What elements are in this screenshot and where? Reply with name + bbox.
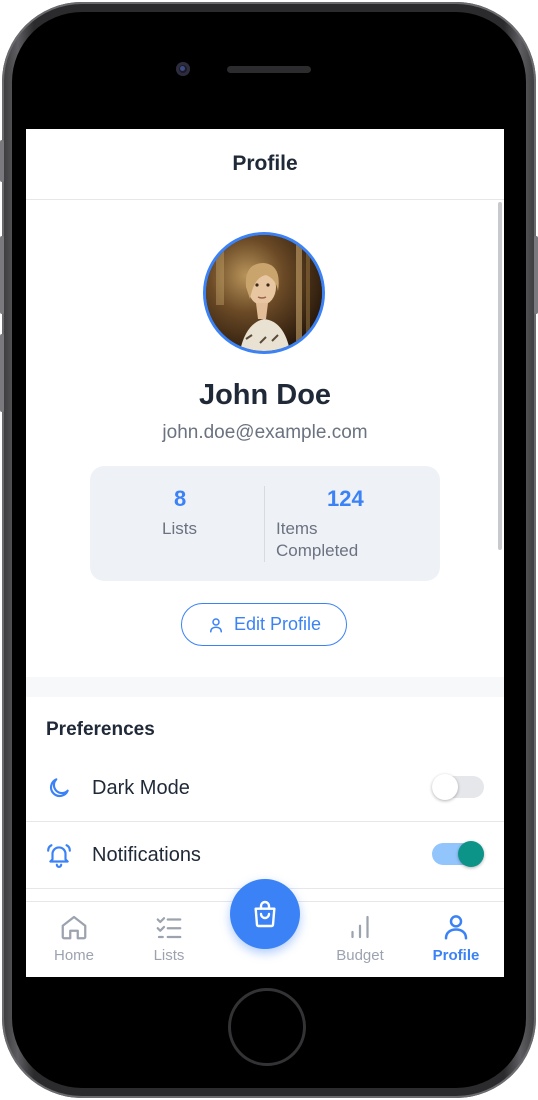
edit-profile-button[interactable]: Edit Profile	[181, 603, 347, 646]
stats-card: 8 Lists 124 Items Completed	[90, 466, 440, 581]
home-button[interactable]	[228, 988, 306, 1066]
shopping-fab-button[interactable]	[230, 879, 300, 949]
nav-item-budget[interactable]: Budget	[320, 902, 400, 977]
power-button	[534, 236, 538, 314]
page-title: Profile	[232, 152, 298, 175]
avatar-photo	[206, 235, 322, 351]
items-completed-label-line2: Completed	[276, 541, 359, 560]
notifications-label: Notifications	[92, 844, 201, 866]
profile-name: John Doe	[198, 379, 332, 411]
shopping-bag-icon	[254, 900, 276, 928]
scrollbar[interactable]	[498, 202, 502, 550]
user-icon	[209, 617, 222, 632]
app-screen: Profile John Doe john.doe@example.com 8 …	[26, 129, 504, 977]
nav-item-home[interactable]: Home	[34, 902, 114, 977]
checklist-icon	[156, 917, 182, 939]
stats-divider	[264, 486, 265, 562]
nav-item-lists[interactable]: Lists	[129, 902, 209, 977]
moon-icon	[49, 778, 69, 798]
volume-down-button	[0, 334, 4, 412]
earpiece-speaker	[227, 66, 311, 73]
avatar[interactable]	[203, 232, 325, 354]
mute-switch	[0, 140, 4, 182]
lists-count: 8	[174, 486, 187, 511]
dark-mode-toggle[interactable]	[432, 774, 484, 800]
toggle-knob	[458, 841, 484, 867]
nav-label-profile: Profile	[432, 947, 480, 964]
bar-chart-icon	[351, 915, 369, 939]
notifications-toggle[interactable]	[432, 841, 484, 867]
preferences-title: Preferences	[46, 719, 155, 740]
dark-mode-label: Dark Mode	[92, 777, 190, 799]
front-camera	[176, 62, 190, 76]
app-header: Profile	[26, 129, 504, 200]
pref-row-dark-mode[interactable]: Dark Mode	[26, 755, 504, 822]
toggle-knob	[432, 774, 458, 800]
nav-label-lists: Lists	[153, 947, 185, 964]
profile-email: john.doe@example.com	[162, 422, 368, 443]
volume-up-button	[0, 236, 4, 314]
edit-profile-label: Edit Profile	[233, 614, 322, 634]
bell-icon	[47, 844, 71, 868]
home-icon	[61, 915, 87, 940]
items-completed-count: 124	[327, 486, 364, 511]
section-divider	[26, 677, 504, 697]
nav-label-budget: Budget	[336, 947, 384, 964]
nav-item-profile[interactable]: Profile	[416, 902, 496, 977]
user-icon	[444, 915, 468, 940]
lists-label: Lists	[162, 519, 197, 538]
nav-label-home: Home	[53, 947, 94, 964]
items-completed-label-line1: Items	[276, 519, 318, 538]
